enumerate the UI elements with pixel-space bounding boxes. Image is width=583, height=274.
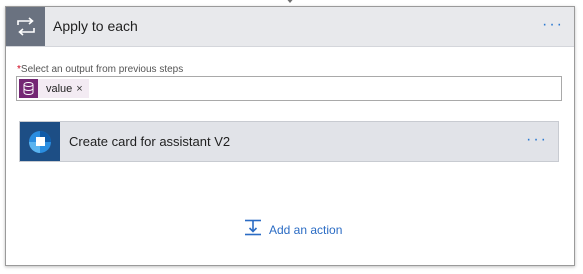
- field-label: *Select an output from previous steps: [17, 64, 183, 75]
- assistant-icon: [20, 122, 60, 161]
- action-more-options-button[interactable]: ···: [526, 131, 548, 149]
- more-options-button[interactable]: ···: [542, 16, 564, 34]
- apply-to-each-card: Apply to each ··· *Select an output from…: [5, 6, 575, 266]
- card-header[interactable]: Apply to each ···: [6, 7, 574, 47]
- connector-arrow: [285, 0, 295, 3]
- create-card-action[interactable]: Create card for assistant V2 ···: [19, 121, 559, 162]
- add-action-icon: [244, 219, 262, 241]
- database-icon: [19, 79, 38, 98]
- field-label-text: Select an output from previous steps: [20, 64, 184, 75]
- card-title: Apply to each: [53, 18, 138, 34]
- loop-icon: [6, 7, 45, 46]
- output-token-input[interactable]: value ×: [16, 76, 562, 101]
- action-title: Create card for assistant V2: [69, 134, 231, 149]
- remove-token-button[interactable]: ×: [76, 83, 88, 95]
- token-label: value: [46, 82, 73, 95]
- add-action-label: Add an action: [269, 223, 343, 237]
- value-token[interactable]: value ×: [19, 79, 89, 98]
- flow-canvas: Apply to each ··· *Select an output from…: [0, 0, 583, 274]
- add-action-button[interactable]: Add an action: [244, 219, 342, 241]
